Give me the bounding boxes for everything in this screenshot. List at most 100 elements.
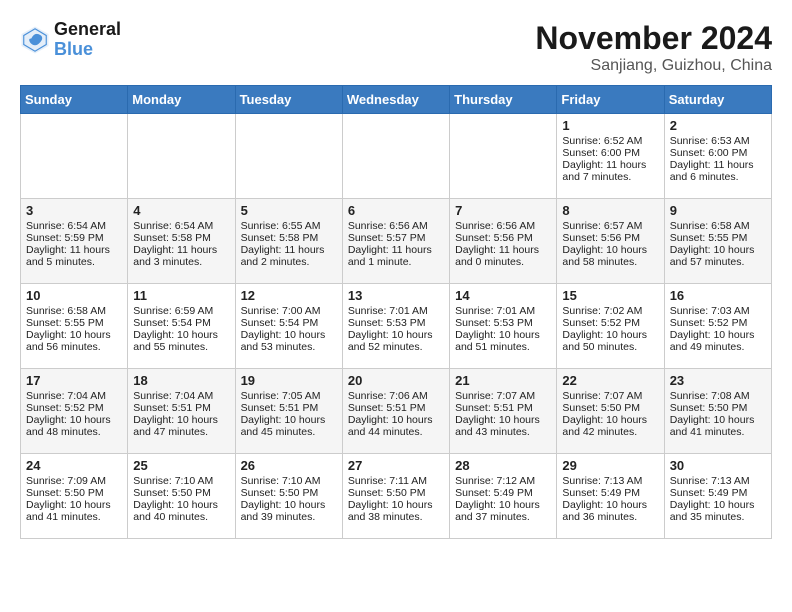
day-info: Sunrise: 6:56 AM [348,220,444,232]
day-info: Sunset: 5:54 PM [133,317,229,329]
day-number: 5 [241,203,337,218]
weekday-header-cell: Monday [128,86,235,114]
day-info: Sunset: 5:50 PM [133,487,229,499]
day-info: Daylight: 11 hours and 3 minutes. [133,244,229,268]
weekday-header-cell: Wednesday [342,86,449,114]
day-info: Sunrise: 7:06 AM [348,390,444,402]
calendar-cell: 8Sunrise: 6:57 AMSunset: 5:56 PMDaylight… [557,199,664,284]
calendar-cell: 6Sunrise: 6:56 AMSunset: 5:57 PMDaylight… [342,199,449,284]
day-number: 12 [241,288,337,303]
day-number: 4 [133,203,229,218]
day-info: Sunset: 5:51 PM [455,402,551,414]
day-info: Sunrise: 7:04 AM [133,390,229,402]
day-info: Daylight: 10 hours and 40 minutes. [133,499,229,523]
day-number: 21 [455,373,551,388]
logo: General Blue [20,20,121,60]
day-info: Sunrise: 7:08 AM [670,390,766,402]
day-info: Sunrise: 7:07 AM [455,390,551,402]
day-info: Daylight: 10 hours and 58 minutes. [562,244,658,268]
calendar-cell: 30Sunrise: 7:13 AMSunset: 5:49 PMDayligh… [664,454,771,539]
day-info: Sunset: 5:51 PM [241,402,337,414]
day-info: Sunrise: 6:59 AM [133,305,229,317]
calendar-cell: 13Sunrise: 7:01 AMSunset: 5:53 PMDayligh… [342,284,449,369]
day-number: 17 [26,373,122,388]
day-info: Daylight: 10 hours and 41 minutes. [26,499,122,523]
day-number: 29 [562,458,658,473]
day-info: Daylight: 10 hours and 44 minutes. [348,414,444,438]
weekday-header-row: SundayMondayTuesdayWednesdayThursdayFrid… [21,86,772,114]
day-info: Daylight: 10 hours and 43 minutes. [455,414,551,438]
day-info: Sunrise: 7:02 AM [562,305,658,317]
calendar-cell: 15Sunrise: 7:02 AMSunset: 5:52 PMDayligh… [557,284,664,369]
day-number: 18 [133,373,229,388]
day-info: Daylight: 10 hours and 47 minutes. [133,414,229,438]
weekday-header-cell: Saturday [664,86,771,114]
day-info: Daylight: 11 hours and 7 minutes. [562,159,658,183]
day-number: 26 [241,458,337,473]
calendar-cell [450,114,557,199]
day-info: Sunset: 5:52 PM [670,317,766,329]
calendar-cell: 14Sunrise: 7:01 AMSunset: 5:53 PMDayligh… [450,284,557,369]
day-info: Sunrise: 7:04 AM [26,390,122,402]
day-info: Sunset: 5:52 PM [26,402,122,414]
calendar-week-row: 3Sunrise: 6:54 AMSunset: 5:59 PMDaylight… [21,199,772,284]
weekday-header-cell: Sunday [21,86,128,114]
logo-text: General Blue [54,20,121,60]
calendar-cell: 3Sunrise: 6:54 AMSunset: 5:59 PMDaylight… [21,199,128,284]
calendar-cell: 29Sunrise: 7:13 AMSunset: 5:49 PMDayligh… [557,454,664,539]
day-info: Sunset: 5:55 PM [26,317,122,329]
day-number: 15 [562,288,658,303]
day-info: Sunset: 5:51 PM [348,402,444,414]
calendar-cell: 7 Sunrise: 6:56 AMSunset: 5:56 PMDaylight… [450,199,557,284]
day-info: Sunrise: 6:54 AM [133,220,229,232]
day-info: Sunset: 5:53 PM [455,317,551,329]
day-number: 27 [348,458,444,473]
day-info: Sunrise: 7:01 AM [455,305,551,317]
day-number: 6 [348,203,444,218]
title-block: November 2024 Sanjiang, Guizhou, China [535,20,772,75]
day-number: 8 [562,203,658,218]
calendar-cell: 25Sunrise: 7:10 AMSunset: 5:50 PMDayligh… [128,454,235,539]
calendar-cell: 17Sunrise: 7:04 AMSunset: 5:52 PMDayligh… [21,369,128,454]
day-info: Sunrise: 6:57 AM [562,220,658,232]
day-info: Sunset: 5:53 PM [348,317,444,329]
calendar-cell: 11Sunrise: 6:59 AMSunset: 5:54 PMDayligh… [128,284,235,369]
day-number: 7 [455,203,551,218]
day-info: Daylight: 11 hours and 0 minutes. [455,244,551,268]
day-info: Sunset: 6:00 PM [670,147,766,159]
day-info: Sunrise: 7:10 AM [241,475,337,487]
day-info: Sunrise: 6:53 AM [670,135,766,147]
calendar-cell: 22Sunrise: 7:07 AMSunset: 5:50 PMDayligh… [557,369,664,454]
day-info: Daylight: 10 hours and 41 minutes. [670,414,766,438]
day-info: Daylight: 10 hours and 35 minutes. [670,499,766,523]
day-info: Daylight: 10 hours and 56 minutes. [26,329,122,353]
day-info: Sunset: 5:51 PM [133,402,229,414]
calendar-cell: 16Sunrise: 7:03 AMSunset: 5:52 PMDayligh… [664,284,771,369]
day-info: Sunset: 5:58 PM [133,232,229,244]
day-info: Sunrise: 7:13 AM [562,475,658,487]
day-number: 13 [348,288,444,303]
day-info: Daylight: 10 hours and 57 minutes. [670,244,766,268]
calendar-cell: 5Sunrise: 6:55 AMSunset: 5:58 PMDaylight… [235,199,342,284]
day-number: 25 [133,458,229,473]
calendar-table: SundayMondayTuesdayWednesdayThursdayFrid… [20,85,772,539]
day-number: 30 [670,458,766,473]
day-info: Sunrise: 6:54 AM [26,220,122,232]
calendar-cell: 18 Sunrise: 7:04 AMSunset: 5:51 PMDayligh… [128,369,235,454]
logo-icon [20,25,50,55]
calendar-cell: 12Sunrise: 7:00 AMSunset: 5:54 PMDayligh… [235,284,342,369]
day-number: 22 [562,373,658,388]
day-info: Sunset: 5:58 PM [241,232,337,244]
day-info: Sunrise: 7:00 AM [241,305,337,317]
location: Sanjiang, Guizhou, China [535,57,772,75]
weekday-header-cell: Tuesday [235,86,342,114]
day-info: Sunrise: 7:13 AM [670,475,766,487]
calendar-cell: 21 Sunrise: 7:07 AMSunset: 5:51 PMDayligh… [450,369,557,454]
day-info: Sunrise: 6:55 AM [241,220,337,232]
day-info: Sunrise: 6:56 AM [455,220,551,232]
day-number: 3 [26,203,122,218]
calendar-cell: 2Sunrise: 6:53 AMSunset: 6:00 PMDaylight… [664,114,771,199]
calendar-cell: 1Sunrise: 6:52 AMSunset: 6:00 PMDaylight… [557,114,664,199]
day-info: Sunrise: 6:58 AM [670,220,766,232]
day-info: Sunset: 5:56 PM [455,232,551,244]
